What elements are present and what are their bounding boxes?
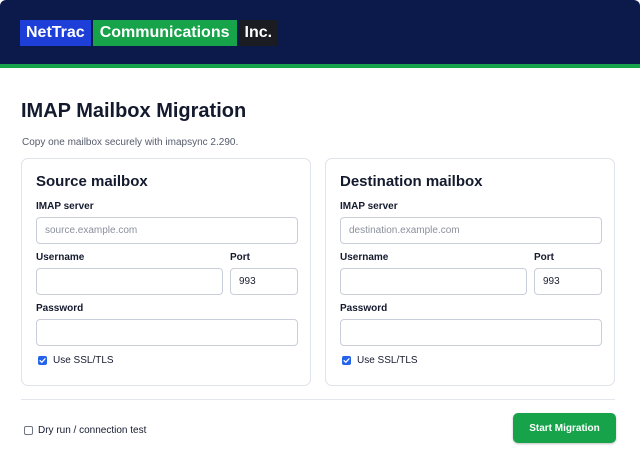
logo-part-communications: Communications [92, 20, 237, 46]
dry-run-checkbox[interactable] [24, 426, 33, 435]
dry-run-option[interactable]: Dry run / connection test [24, 425, 146, 436]
destination-ssl-option[interactable]: Use SSL/TLS [342, 355, 418, 366]
source-port-label: Port [230, 252, 250, 263]
source-ssl-label: Use SSL/TLS [53, 355, 114, 366]
dry-run-label: Dry run / connection test [38, 425, 147, 436]
logo-part-nettrac: NetTrac [20, 20, 91, 46]
source-panel-title: Source mailbox [36, 173, 148, 190]
checkmark-icon [343, 358, 350, 363]
destination-password-input[interactable] [340, 319, 602, 346]
source-username-input[interactable] [36, 268, 223, 295]
source-password-input[interactable] [36, 319, 298, 346]
header-accent-stripe [0, 64, 640, 68]
destination-username-label: Username [340, 252, 389, 263]
footer-divider [21, 399, 615, 400]
start-migration-button[interactable]: Start Migration [513, 413, 616, 443]
logo-part-inc: Inc. [238, 20, 279, 46]
source-password-label: Password [36, 303, 84, 314]
destination-ssl-label: Use SSL/TLS [357, 355, 418, 366]
app-header: NetTrac Communications Inc. [0, 0, 640, 64]
page-title: IMAP Mailbox Migration [21, 100, 247, 122]
source-ssl-checkbox[interactable] [38, 356, 47, 365]
destination-username-input[interactable] [340, 268, 527, 295]
destination-password-label: Password [340, 303, 388, 314]
source-server-label: IMAP server [36, 201, 94, 212]
source-username-label: Username [36, 252, 85, 263]
destination-port-label: Port [534, 252, 554, 263]
destination-server-label: IMAP server [340, 201, 398, 212]
destination-port-input[interactable] [534, 268, 602, 295]
company-logo[interactable]: NetTrac Communications Inc. [20, 20, 280, 48]
source-mailbox-panel: Source mailbox IMAP server Username Port… [21, 158, 311, 386]
destination-panel-title: Destination mailbox [340, 173, 483, 190]
source-server-input[interactable] [36, 217, 298, 244]
destination-server-input[interactable] [340, 217, 602, 244]
page-subtitle: Copy one mailbox securely with imapsync … [22, 137, 239, 148]
destination-ssl-checkbox[interactable] [342, 356, 351, 365]
source-port-input[interactable] [230, 268, 298, 295]
source-ssl-option[interactable]: Use SSL/TLS [38, 355, 114, 366]
destination-mailbox-panel: Destination mailbox IMAP server Username… [325, 158, 615, 386]
checkmark-icon [39, 358, 46, 363]
